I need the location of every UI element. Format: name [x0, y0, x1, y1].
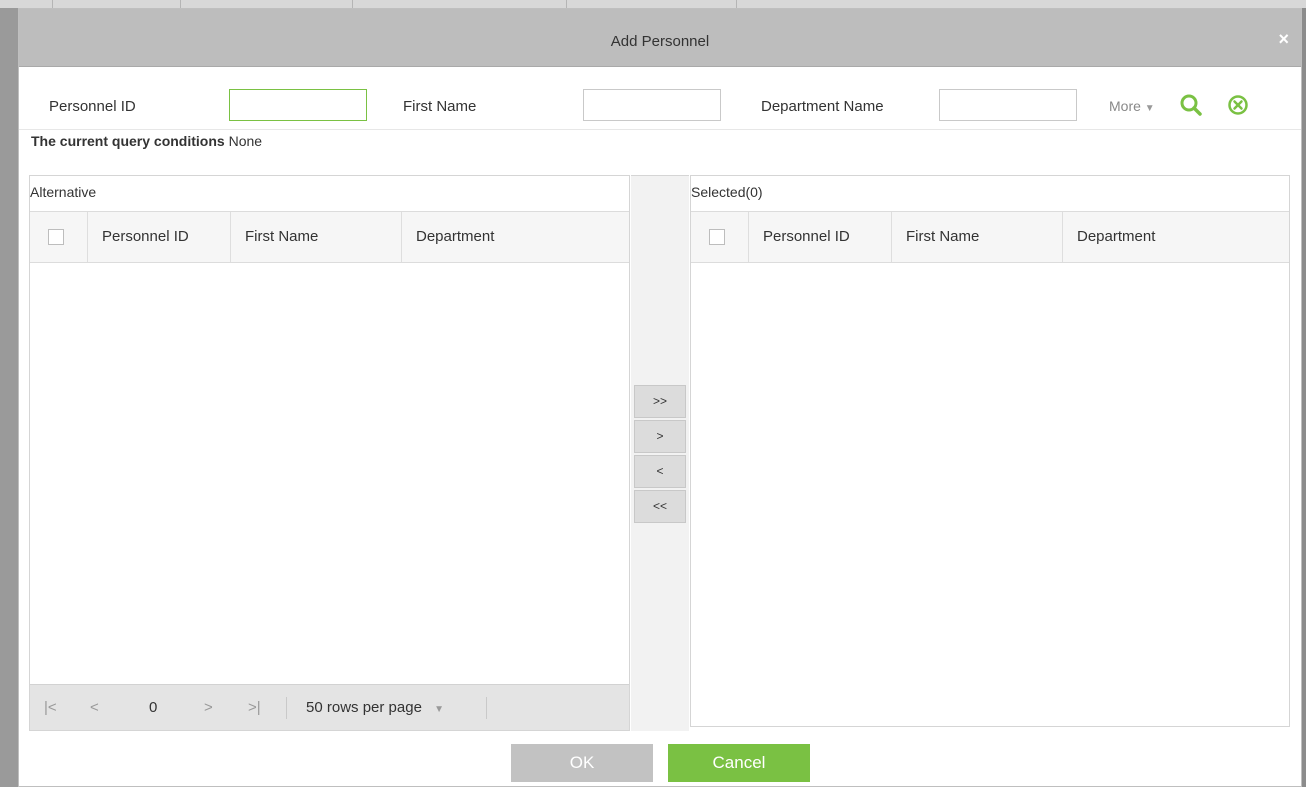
column-header-department[interactable]: Department [402, 212, 629, 262]
query-conditions-label: The current query conditions [31, 133, 225, 149]
pager-divider [286, 697, 287, 719]
ok-button[interactable]: OK [511, 744, 653, 782]
bg-cell [0, 0, 53, 8]
remove-one-button[interactable]: < [634, 455, 686, 488]
first-name-input[interactable] [583, 89, 721, 121]
bg-cell [180, 0, 353, 8]
prev-page-button[interactable]: < [90, 699, 99, 716]
chevron-down-icon: ▼ [434, 704, 444, 715]
rows-per-page-select[interactable]: 50 rows per page ▼ [306, 699, 444, 716]
column-header-department[interactable]: Department [1063, 212, 1289, 262]
selected-title: Selected(0) [691, 184, 763, 200]
add-all-button[interactable]: >> [634, 385, 686, 418]
next-page-button[interactable]: > [204, 699, 213, 716]
column-header-first-name[interactable]: First Name [231, 212, 402, 262]
select-all-cell [691, 212, 749, 262]
bg-cell [52, 0, 181, 8]
alternative-title: Alternative [30, 184, 97, 200]
transfer-controls: >> > < << [631, 175, 689, 731]
dialog-titlebar: Add Personnel × [19, 9, 1301, 67]
alternative-table-header: Personnel ID First Name Department [30, 211, 629, 263]
background-side [0, 8, 18, 787]
department-name-input[interactable] [939, 89, 1077, 121]
cancel-button[interactable]: Cancel [668, 744, 810, 782]
bg-cell [566, 0, 737, 8]
add-one-button[interactable]: > [634, 420, 686, 453]
search-bar: Personnel ID First Name Department Name … [19, 67, 1301, 130]
column-header-first-name[interactable]: First Name [892, 212, 1063, 262]
query-conditions: The current query conditions None [31, 133, 262, 149]
more-dropdown[interactable]: More ▼ [1109, 98, 1155, 114]
dialog-title: Add Personnel [610, 33, 710, 50]
last-page-button[interactable]: >| [248, 699, 261, 716]
personnel-id-label: Personnel ID [49, 98, 136, 115]
background-table-strip [0, 0, 1306, 8]
department-name-label: Department Name [761, 98, 884, 115]
page-number[interactable]: 0 [149, 699, 157, 716]
more-label: More [1109, 98, 1141, 114]
pagination-bar: |< < 0 > >| 50 rows per page ▼ [30, 684, 629, 730]
chevron-down-icon: ▼ [1144, 103, 1155, 114]
column-header-personnel-id[interactable]: Personnel ID [88, 212, 231, 262]
remove-all-button[interactable]: << [634, 490, 686, 523]
personnel-id-input[interactable] [229, 89, 367, 121]
select-all-cell [30, 212, 88, 262]
rows-per-page-label: 50 rows per page [306, 699, 422, 716]
selected-table-header: Personnel ID First Name Department [691, 211, 1289, 263]
column-header-personnel-id[interactable]: Personnel ID [749, 212, 892, 262]
selected-pane: Selected(0) Personnel ID First Name Depa… [690, 175, 1290, 727]
query-conditions-value: None [228, 133, 263, 149]
pager-divider [486, 697, 487, 719]
select-all-checkbox[interactable] [48, 229, 64, 245]
close-icon[interactable]: × [1278, 29, 1289, 49]
search-icon[interactable] [1179, 93, 1203, 121]
select-all-checkbox[interactable] [709, 229, 725, 245]
alternative-pane: Alternative Personnel ID First Name Depa… [29, 175, 630, 731]
first-page-button[interactable]: |< [44, 699, 57, 716]
first-name-label: First Name [403, 98, 477, 115]
bg-cell [352, 0, 567, 8]
clear-circle-icon[interactable] [1227, 94, 1249, 120]
add-personnel-dialog: Add Personnel × Personnel ID First Name … [18, 8, 1302, 787]
